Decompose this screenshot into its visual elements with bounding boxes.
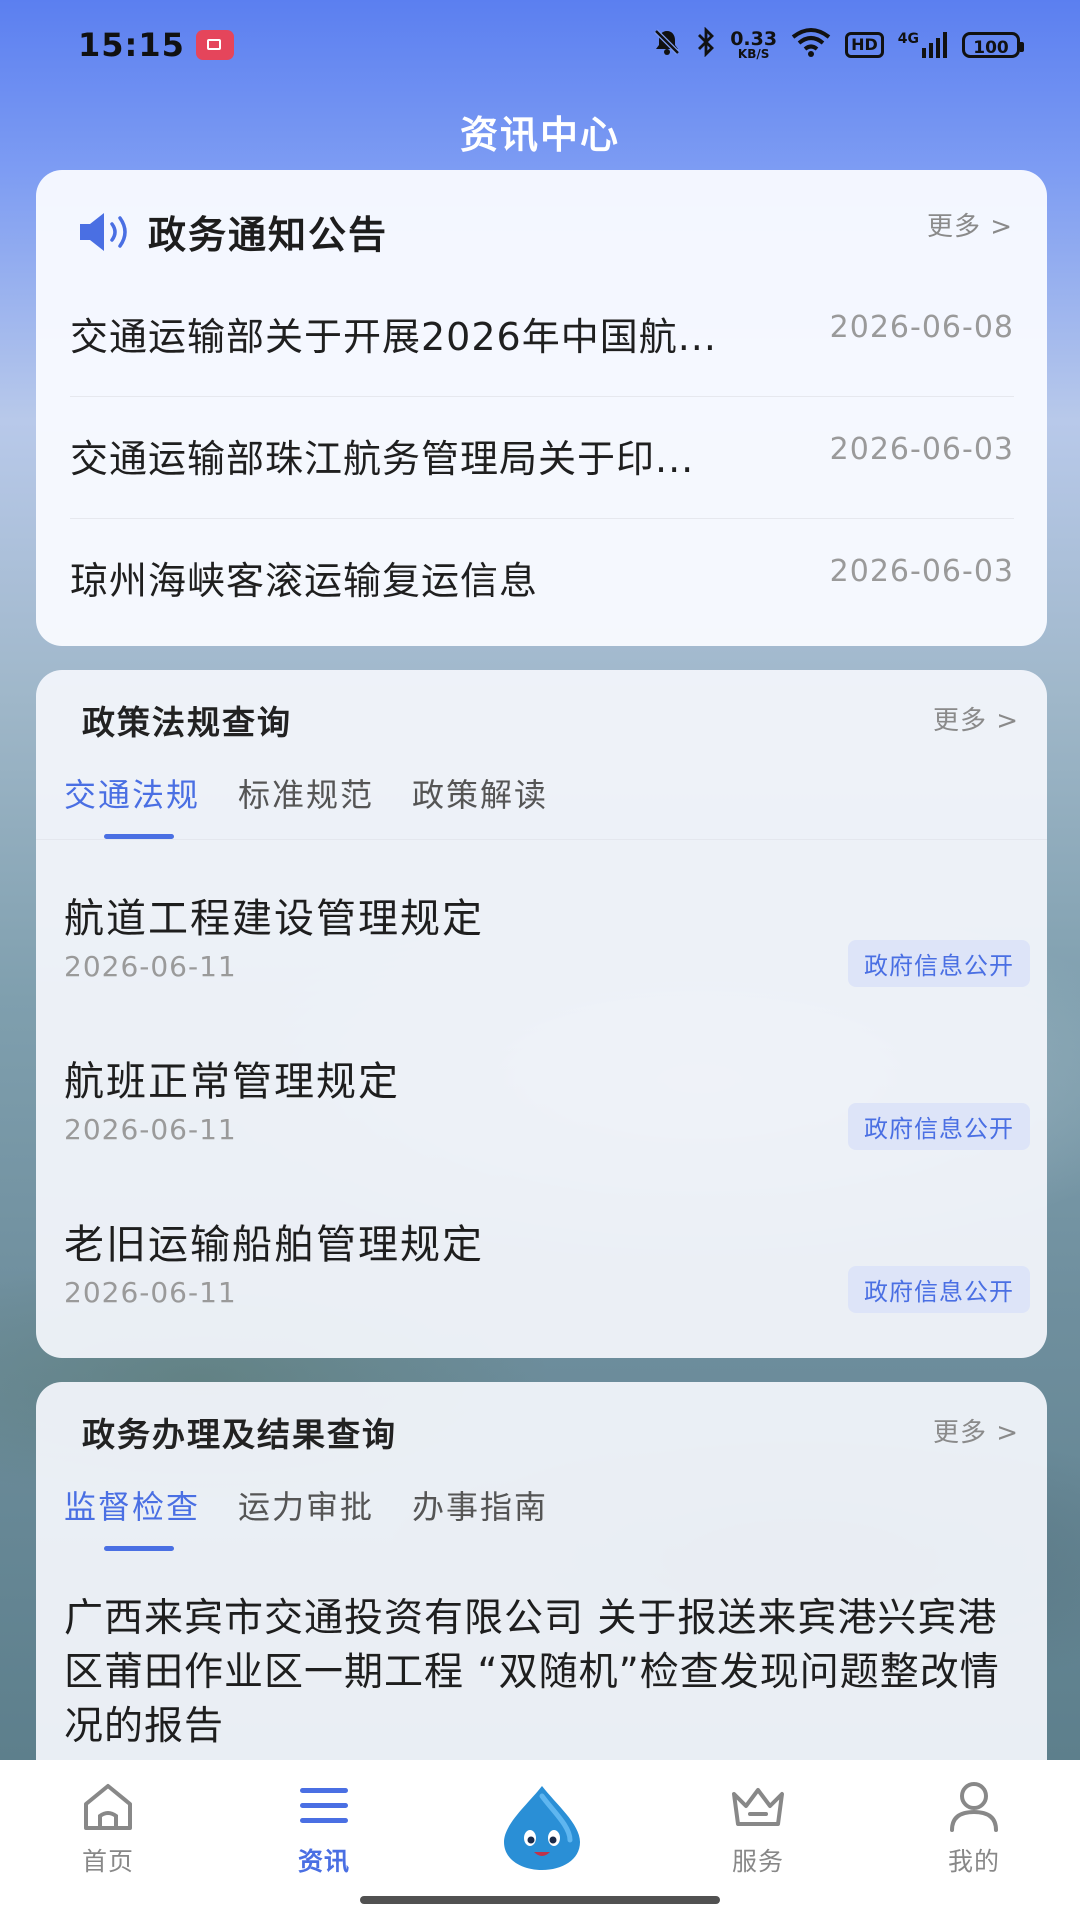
law-item-title: 航道工程建设管理规定 [64,896,484,942]
tab-supervision[interactable]: 监督检查 [64,1482,200,1528]
status-bar: 15:15 0.33 KB/S HD 4G 100 [0,0,1080,90]
law-item-title: 航班正常管理规定 [64,1059,400,1105]
law-list-item[interactable]: 航道工程建设管理规定 2026-06-11 政府信息公开 [64,886,1030,1049]
affairs-more-link[interactable]: 更多 > [933,1412,1019,1449]
tab-service-guide[interactable]: 办事指南 [412,1482,548,1528]
home-indicator[interactable] [360,1896,720,1904]
law-item-date: 2026-06-11 [64,1276,237,1309]
nav-home-label: 首页 [81,1847,134,1876]
notice-item-title: 交通运输部关于开展2026年中国航... [70,315,717,359]
notice-more-link[interactable]: 更多 > [927,206,1013,243]
notice-header: 政务通知公告 [76,204,388,259]
notice-item-title: 交通运输部珠江航务管理局关于印... [70,437,695,481]
wifi-icon [791,27,831,63]
tab-policy-interpretation[interactable]: 政策解读 [412,770,548,816]
mute-bell-icon [652,27,682,63]
nav-news[interactable]: 资讯 [254,1778,394,1878]
crown-icon [732,1788,784,1826]
affairs-list-item[interactable]: 广西来宾市交通投资有限公司 关于报送来宾港兴宾港区莆田作业区一期工程 “双随机”… [64,1592,1024,1754]
law-item-date: 2026-06-11 [64,950,237,983]
law-item-date: 2026-06-11 [64,1113,237,1146]
law-item-badge: 政府信息公开 [848,940,1030,987]
speaker-icon [76,209,134,255]
active-tab-indicator [104,1546,174,1551]
affairs-tabs: 监督检查 运力审批 办事指南 [64,1482,548,1528]
law-item-badge: 政府信息公开 [848,1103,1030,1150]
signal-icon: 4G [898,32,948,58]
tab-capacity-approval[interactable]: 运力审批 [238,1482,374,1528]
tab-standards[interactable]: 标准规范 [238,770,374,816]
notice-title: 政务通知公告 [148,213,389,257]
page-title: 资讯中心 [459,113,620,157]
law-item-title: 老旧运输船舶管理规定 [64,1222,484,1268]
affairs-card: 政务办理及结果查询 更多 > 监督检查 运力审批 办事指南 广西来宾市交通投资有… [36,1382,1047,1802]
mascot-icon[interactable] [496,1780,588,1872]
policy-title: 政策法规查询 [82,703,292,742]
menu-icon [300,1788,348,1823]
law-item-badge: 政府信息公开 [848,1266,1030,1313]
policy-more-link[interactable]: 更多 > [933,700,1019,737]
notice-item-date: 2026-06-03 [829,432,1014,467]
notice-item-title: 琼州海峡客滚运输复运信息 [70,559,539,603]
nav-mine-label: 我的 [947,1847,1000,1876]
hd-icon: HD [845,32,884,58]
screen-record-icon [196,30,234,60]
policy-card: 政策法规查询 更多 > 交通法规 标准规范 政策解读 航道工程建设管理规定 20… [36,670,1047,1358]
battery-icon: 100 [962,32,1024,58]
notice-card: 政务通知公告 更多 > 交通运输部关于开展2026年中国航... 2026-06… [36,170,1047,646]
home-icon [84,1784,132,1830]
tab-traffic-law[interactable]: 交通法规 [64,770,200,816]
law-list-item[interactable]: 老旧运输船舶管理规定 2026-06-11 政府信息公开 [64,1212,1030,1358]
system-icons: 0.33 KB/S HD 4G 100 [652,24,1024,66]
bluetooth-icon [696,26,716,63]
nav-news-label: 资讯 [297,1847,350,1876]
notice-item[interactable]: 琼州海峡客滚运输复运信息 2026-06-03 [70,518,1014,640]
nav-service-label: 服务 [731,1847,784,1876]
notice-item[interactable]: 交通运输部关于开展2026年中国航... 2026-06-08 [70,274,1014,397]
clock: 15:15 [78,26,185,64]
policy-tabs: 交通法规 标准规范 政策解读 [64,770,548,816]
tab-divider [36,839,1047,840]
notice-item-date: 2026-06-03 [829,554,1014,589]
notice-item-date: 2026-06-08 [829,310,1014,345]
network-type: 4G [897,31,919,47]
network-speed: 0.33 KB/S [730,28,778,61]
nav-service[interactable]: 服务 [688,1778,828,1878]
nav-mine[interactable]: 我的 [904,1778,1044,1878]
nav-home[interactable]: 首页 [38,1778,178,1878]
affairs-title: 政务办理及结果查询 [82,1415,397,1454]
law-list-item[interactable]: 航班正常管理规定 2026-06-11 政府信息公开 [64,1049,1030,1212]
user-icon [950,1782,998,1832]
speed-value: 0.33 [730,28,778,50]
notice-item[interactable]: 交通运输部珠江航务管理局关于印... 2026-06-03 [70,396,1014,519]
